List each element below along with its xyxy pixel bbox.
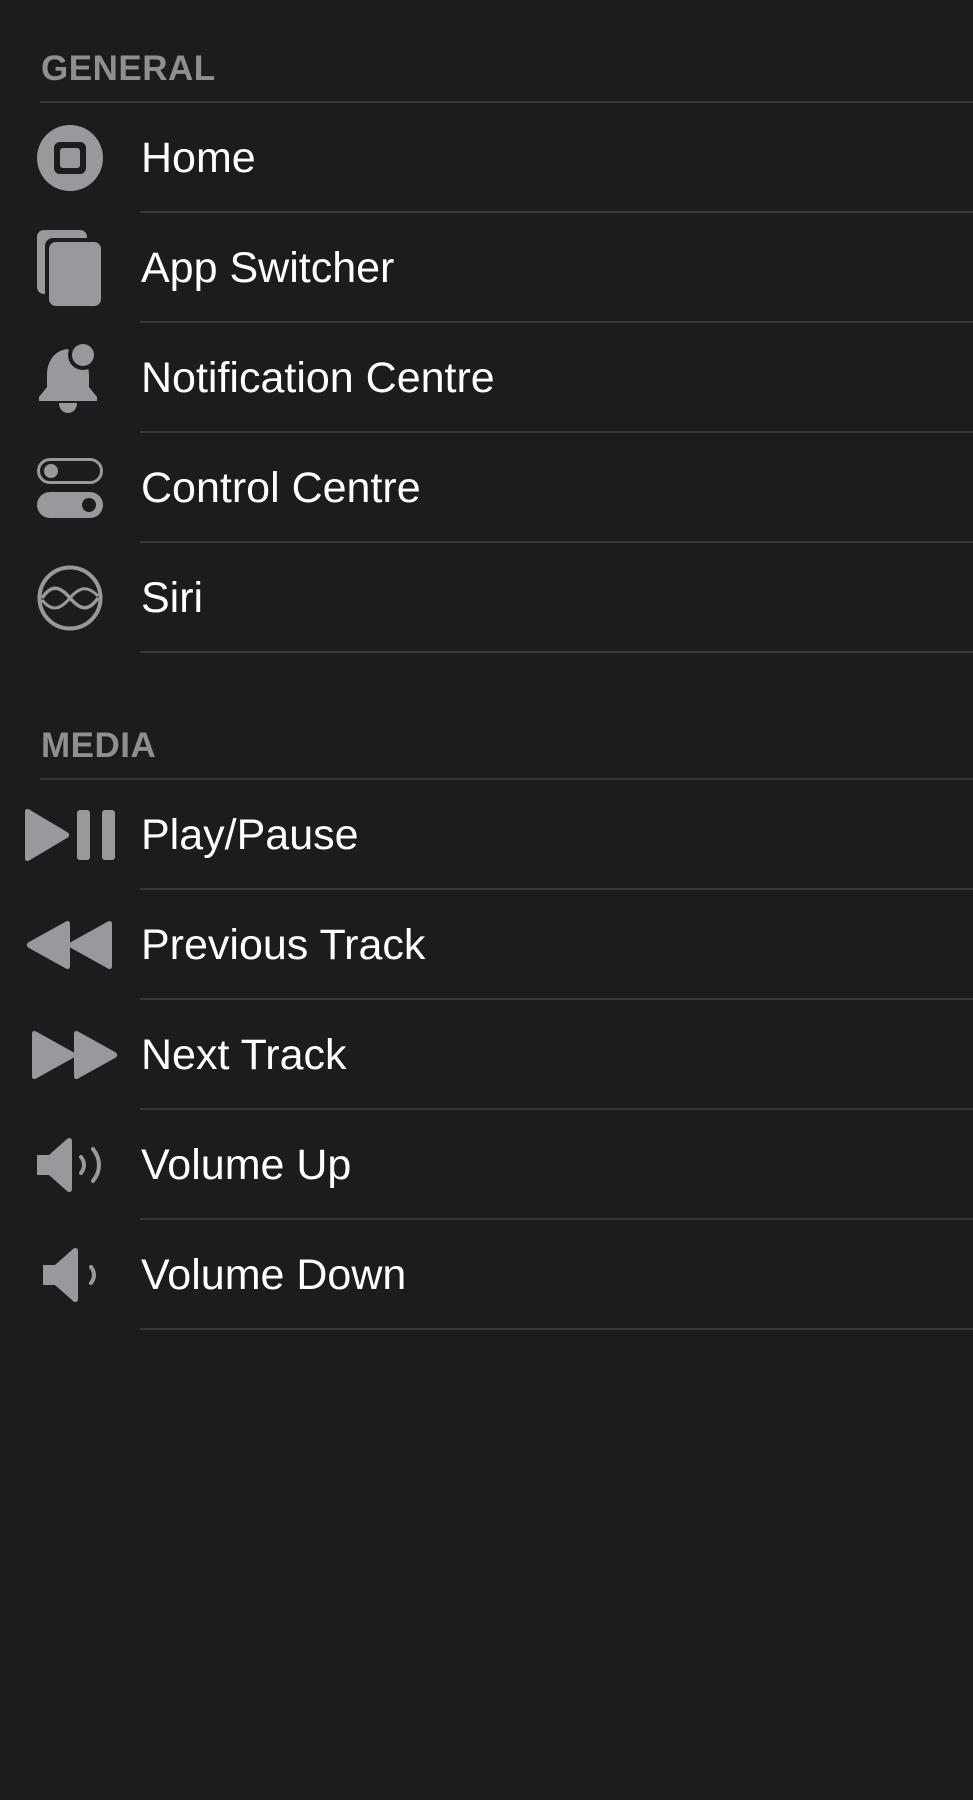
list-item-label: Control Centre <box>141 464 421 512</box>
row-divider <box>140 1328 973 1330</box>
speaker-wave-icon <box>20 1125 120 1205</box>
list-item-label: App Switcher <box>141 244 395 292</box>
list-item-label: Previous Track <box>141 921 426 969</box>
list-item-label: Notification Centre <box>141 354 495 402</box>
list-item-home[interactable]: Home <box>0 103 973 213</box>
section-header-media: MEDIA <box>41 726 157 765</box>
list-item-label: Siri <box>141 574 204 622</box>
list-item-next-track[interactable]: Next Track <box>0 1000 973 1110</box>
home-button-icon <box>20 118 120 198</box>
list-item-volume-down[interactable]: Volume Down <box>0 1220 973 1330</box>
list-item-label: Next Track <box>141 1031 347 1079</box>
row-divider <box>140 651 973 653</box>
rewind-icon <box>20 905 120 985</box>
list-item-play-pause[interactable]: Play/Pause <box>0 780 973 890</box>
settings-list: GENERAL Home App Switcher Notification C… <box>0 0 973 1800</box>
list-item-control-centre[interactable]: Control Centre <box>0 433 973 543</box>
list-item-siri[interactable]: Siri <box>0 543 973 653</box>
list-item-label: Home <box>141 134 256 182</box>
app-switcher-icon <box>20 228 120 308</box>
fast-forward-icon <box>20 1015 120 1095</box>
list-item-app-switcher[interactable]: App Switcher <box>0 213 973 323</box>
siri-icon <box>20 558 120 638</box>
list-item-label: Volume Down <box>141 1251 407 1299</box>
speaker-low-icon <box>20 1235 120 1315</box>
list-item-label: Volume Up <box>141 1141 352 1189</box>
list-item-notification-centre[interactable]: Notification Centre <box>0 323 973 433</box>
list-item-previous-track[interactable]: Previous Track <box>0 890 973 1000</box>
play-pause-icon <box>20 795 120 875</box>
section-header-general: GENERAL <box>41 49 216 88</box>
list-item-volume-up[interactable]: Volume Up <box>0 1110 973 1220</box>
bell-badge-icon <box>20 338 120 418</box>
list-item-label: Play/Pause <box>141 811 359 859</box>
toggles-icon <box>20 448 120 528</box>
